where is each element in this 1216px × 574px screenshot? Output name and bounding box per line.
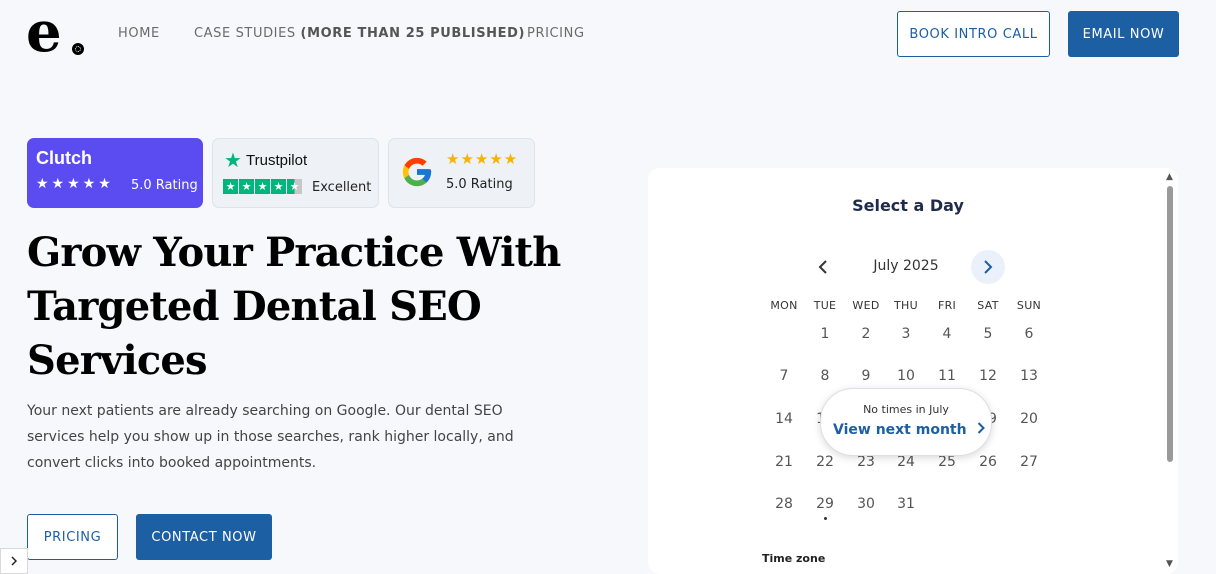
weekday-tue: TUE [813,299,837,312]
clutch-rating: 5.0 Rating [131,178,198,193]
no-times-message: No times in July [863,403,949,416]
hero-description-line: services help you show up in those searc… [27,429,514,445]
calendar-day: 3 [901,326,911,342]
top-navigation: e HOME CASE STUDIES (MORE THAN 25 PUBLIS… [0,0,1216,70]
chevron-right-icon [11,556,17,566]
calendar-day: 8 [820,368,830,384]
trustpilot-label: Excellent [312,180,372,195]
timezone-label: Time zone [762,552,826,565]
clutch-badge[interactable]: Clutch ★★★★★ 5.0 Rating [27,138,203,208]
no-times-popup: No times in July View next month [820,388,992,456]
calendar-day: 7 [779,368,789,384]
clutch-stars-icon: ★★★★★ [36,176,114,192]
calendar-day: 12 [979,368,997,384]
calendar-day: 26 [979,454,997,470]
nav-link-pricing[interactable]: PRICING [527,26,585,41]
calendar-day: 2 [861,326,871,342]
clutch-name: Clutch [36,148,92,168]
scroll-down-icon[interactable]: ▼ [1166,559,1173,569]
scroll-thumb[interactable] [1167,186,1173,462]
calendar-day: 24 [897,454,915,470]
pricing-button[interactable]: PRICING [27,514,118,560]
chevron-right-icon [978,422,986,434]
calendar-day: 9 [861,368,871,384]
hero-title-line: Services [27,337,208,384]
calendar-day: 27 [1020,454,1038,470]
weekday-sat: SAT [977,299,999,312]
hero-description: Your next patients are already searching… [27,398,527,476]
chevron-right-icon [984,260,993,274]
contact-now-button[interactable]: CONTACT NOW [136,514,272,560]
calendar-day: 5 [983,326,993,342]
weekday-thu: THU [894,299,918,312]
scroll-up-icon[interactable]: ▲ [1166,172,1173,182]
google-stars-icon: ★★★★★ [446,150,519,168]
calendar-scrollbar[interactable]: ▲ ▼ [1163,172,1177,574]
nav-case-studies-note: (MORE THAN 25 PUBLISHED) [300,26,526,41]
trustpilot-star-icon: ★ [224,148,242,172]
weekday-fri: FRI [937,299,957,312]
calendar-day: 22 [816,454,834,470]
calendar-day: 1 [820,326,830,342]
calendar-day: 11 [938,368,956,384]
month-label: July 2025 [873,258,939,274]
calendar-day: 30 [857,496,875,512]
trustpilot-name: Trustpilot [246,152,308,169]
today-indicator [824,517,827,520]
calendar-day: 25 [938,454,956,470]
weekday-sun: SUN [1016,299,1042,312]
calendar-day: 23 [857,454,875,470]
trustpilot-stars-icon: ★ ★ ★ ★ ★ [223,179,302,194]
calendar-day: 13 [1020,368,1038,384]
google-g-icon [402,157,432,187]
next-month-button[interactable] [971,250,1005,284]
hero-title-line: Targeted Dental SEO [27,283,482,330]
hero-description-line: convert clicks into booked appointments. [27,455,317,471]
calendar-day: 29 [805,496,845,520]
book-intro-call-button[interactable]: BOOK INTRO CALL [897,11,1050,57]
brand-logo[interactable]: e [26,0,88,65]
nav-link-case-studies[interactable]: CASE STUDIES (MORE THAN 25 PUBLISHED) [194,26,525,41]
hero-title-line: Grow Your Practice With [27,229,561,276]
calendar-day: 31 [897,496,915,512]
logo-dot-icon [72,43,84,55]
calendar-day: 4 [942,326,952,342]
hero-title: Grow Your Practice With Targeted Dental … [27,226,587,388]
calendar-day: 14 [775,411,793,427]
calendar-day: 28 [775,496,793,512]
logo-letter: e [26,0,62,65]
calendar-day: 20 [1020,411,1038,427]
calendar-day: 10 [897,368,915,384]
calendar-day: 21 [775,454,793,470]
view-next-month-label: View next month [833,422,967,438]
booking-calendar: Select a Day July 2025 MON TUE WED THU FRI SA… [648,168,1178,574]
google-rating: 5.0 Rating [446,177,513,192]
nav-link-home[interactable]: HOME [118,26,160,41]
email-now-button[interactable]: EMAIL NOW [1068,11,1179,57]
calendar-title: Select a Day [852,196,964,215]
weekday-wed: WED [852,299,880,312]
weekday-mon: MON [770,299,798,312]
trustpilot-badge[interactable]: ★ Trustpilot ★ ★ ★ ★ ★ Excellent [212,138,379,208]
side-drawer-toggle[interactable] [0,548,28,574]
view-next-month-link[interactable]: View next month [833,422,986,438]
google-badge[interactable]: ★★★★★ 5.0 Rating [388,138,535,208]
calendar-day: 6 [1024,326,1034,342]
nav-link-case-studies-label: CASE STUDIES [194,26,296,41]
chevron-left-icon [818,260,827,274]
hero-description-line: Your next patients are already searching… [27,403,503,419]
previous-month-button[interactable] [808,252,838,282]
